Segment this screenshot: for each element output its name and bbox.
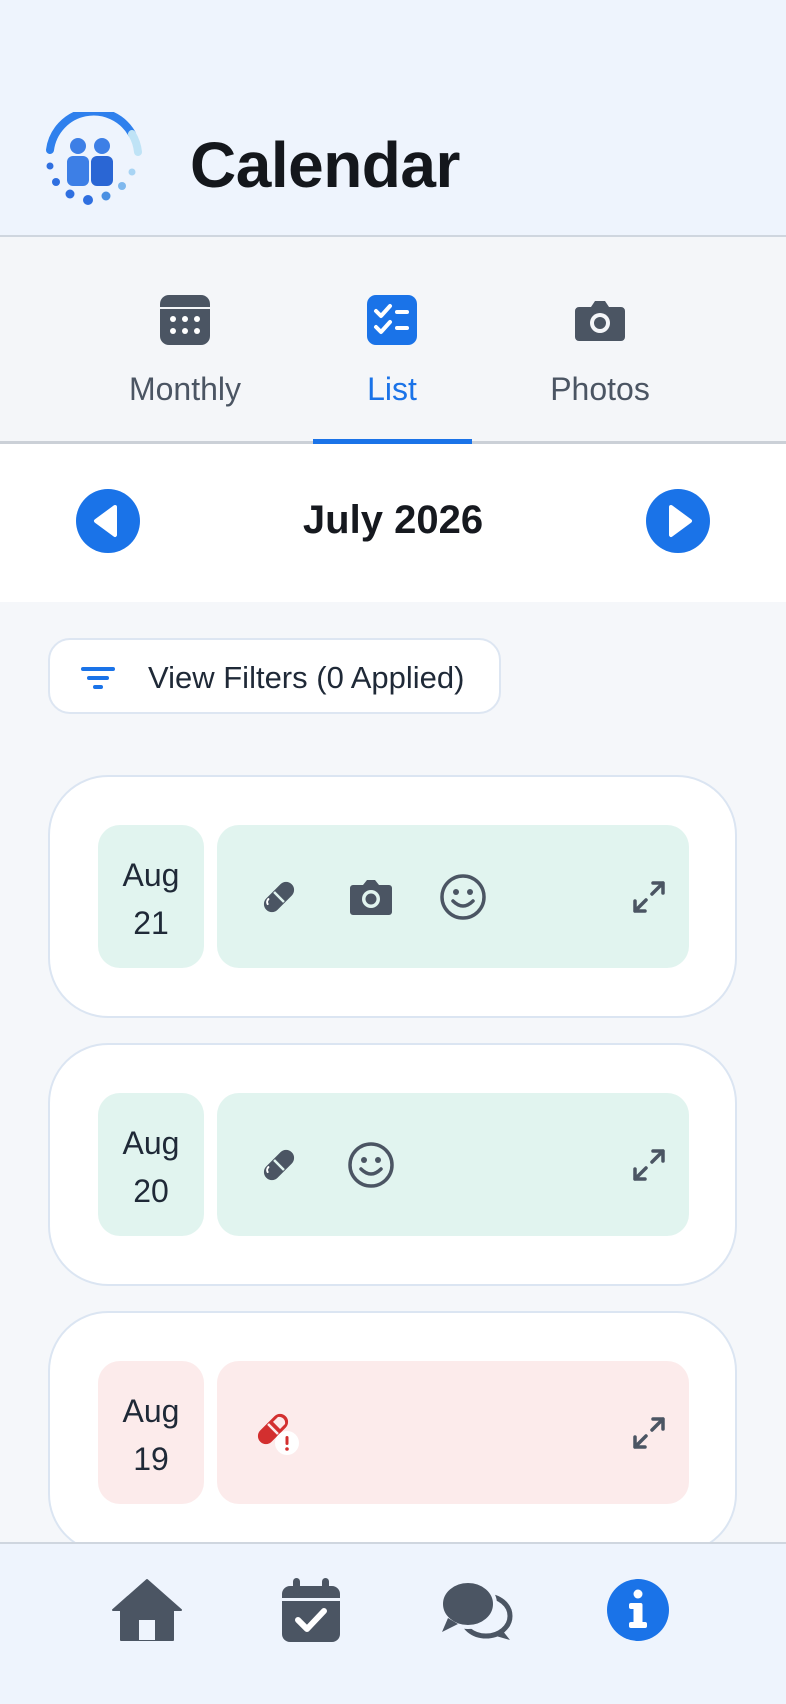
chat-icon[interactable] [438, 1572, 514, 1648]
filter-icon [81, 667, 115, 689]
date-badge: Aug 20 [98, 1093, 204, 1236]
tab-list-label: List [367, 371, 417, 407]
view-filters-label: View Filters (0 Applied) [148, 660, 465, 695]
pill-alert-icon [257, 1413, 299, 1455]
bottom-navigation [0, 1542, 786, 1704]
tab-list[interactable]: List [302, 237, 482, 441]
date-day: 21 [133, 905, 169, 941]
camera-icon [350, 880, 392, 915]
next-month-button[interactable] [646, 489, 710, 553]
day-events[interactable] [217, 1361, 689, 1504]
checklist-icon [367, 295, 417, 345]
home-icon[interactable] [111, 1574, 183, 1646]
expand-icon[interactable] [629, 1413, 669, 1453]
chevron-right-icon [669, 505, 692, 537]
day-card: Aug 19 [48, 1311, 737, 1554]
month-navigation: July 2026 [0, 444, 786, 602]
tab-photos-label: Photos [550, 371, 650, 407]
date-day: 19 [133, 1441, 169, 1477]
date-month: Aug [122, 1125, 180, 1161]
tab-monthly-label: Monthly [128, 371, 242, 407]
date-badge: Aug 21 [98, 825, 204, 968]
day-events[interactable] [217, 1093, 689, 1236]
day-card: Aug 20 [48, 1043, 737, 1286]
calendar-check-icon[interactable] [275, 1574, 347, 1646]
date-month: Aug [122, 1393, 180, 1429]
date-day: 20 [133, 1173, 169, 1209]
date-badge: Aug 19 [98, 1361, 204, 1504]
tab-photos[interactable]: Photos [510, 237, 690, 441]
expand-icon[interactable] [629, 1145, 669, 1185]
pill-icon [263, 1149, 295, 1181]
view-filters-button[interactable]: View Filters (0 Applied) [48, 638, 501, 714]
app-header: Calendar [0, 0, 786, 237]
calendar-grid-icon [160, 295, 210, 345]
tab-monthly[interactable]: Monthly [95, 237, 275, 441]
camera-icon [575, 301, 625, 341]
family-logo-icon [46, 112, 142, 205]
day-events[interactable] [217, 825, 689, 968]
smile-icon [440, 874, 486, 920]
pill-icon [263, 881, 295, 913]
page-title: Calendar [190, 129, 460, 201]
date-month: Aug [122, 857, 180, 893]
smile-icon [348, 1142, 394, 1188]
info-icon[interactable] [603, 1575, 673, 1645]
view-tabs: Monthly List Photos [0, 237, 786, 444]
expand-icon[interactable] [629, 877, 669, 917]
day-card: Aug 21 [48, 775, 737, 1018]
